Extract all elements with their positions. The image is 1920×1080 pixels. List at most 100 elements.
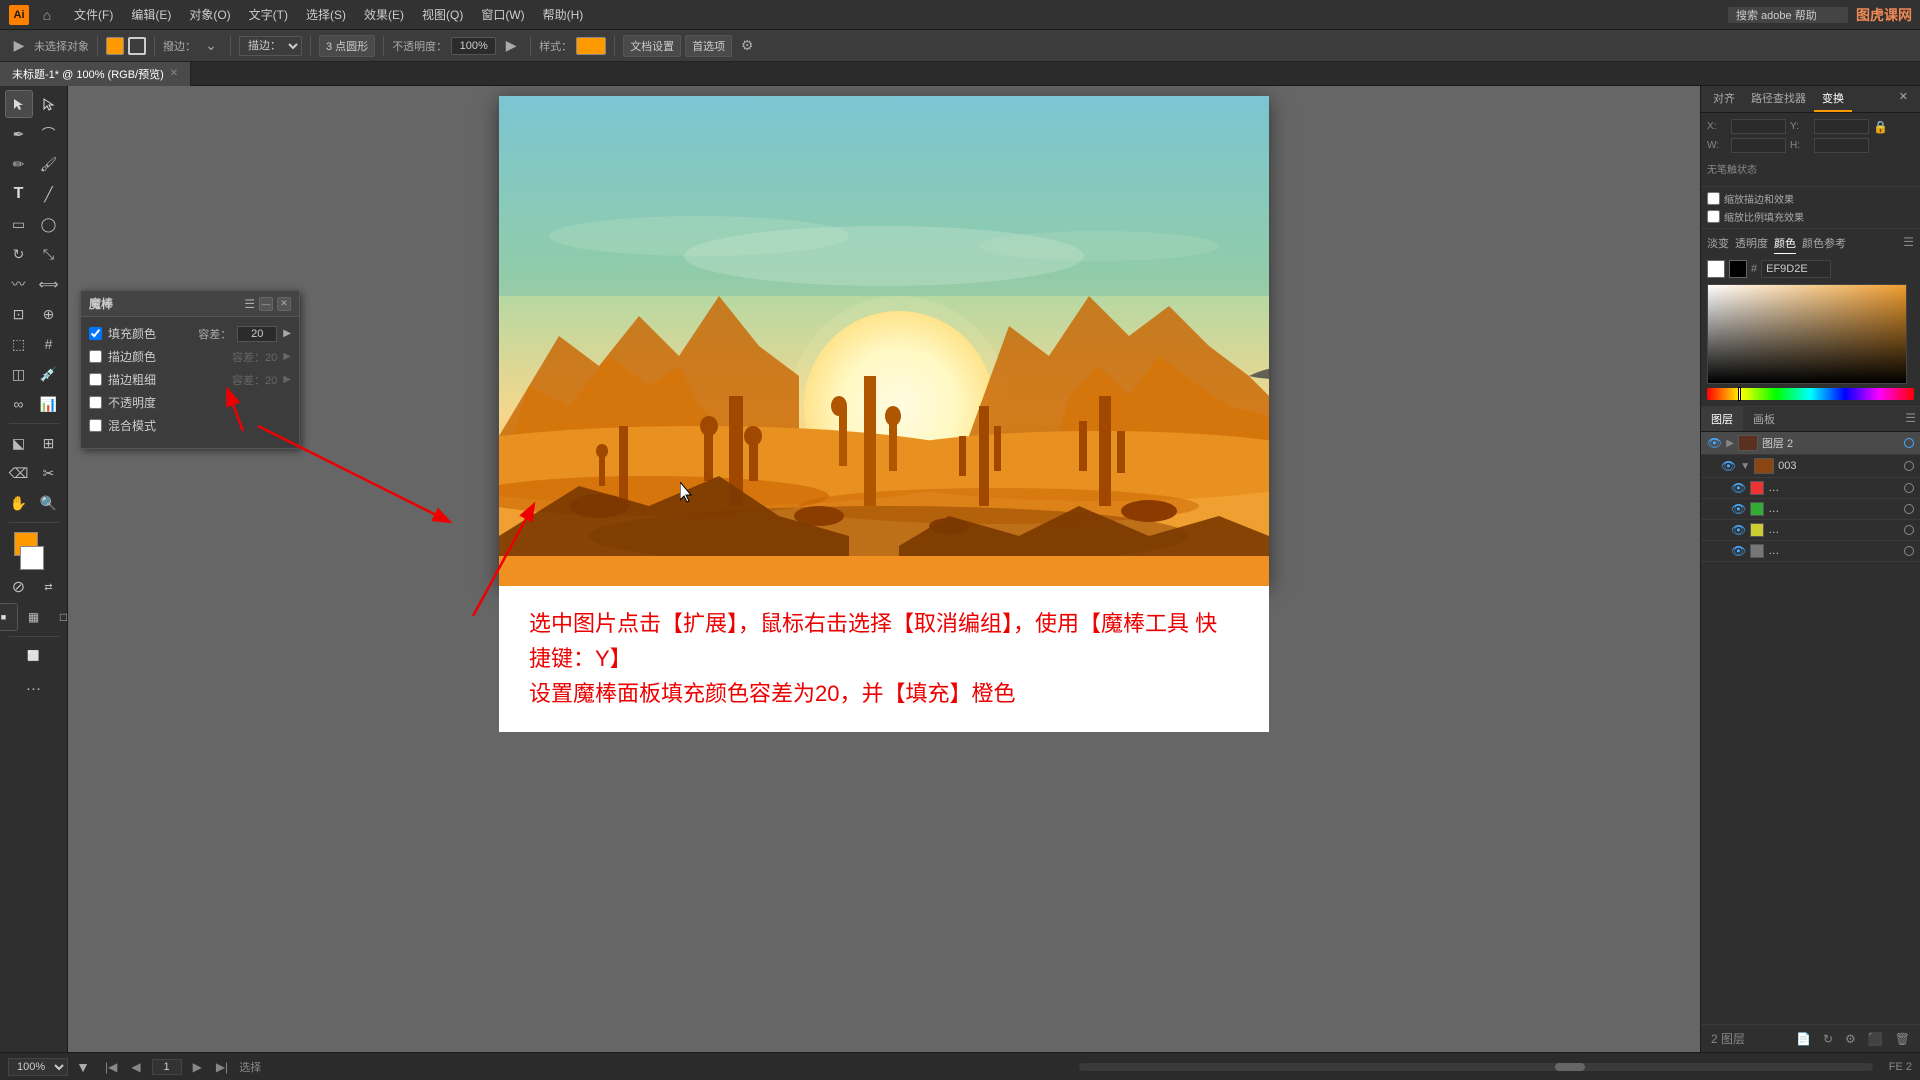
layers-panel-menu[interactable]: ☰ — [1901, 407, 1920, 431]
layer-yellow-eye[interactable]: 👁 — [1731, 523, 1746, 537]
color-tab-gradient[interactable]: 淡变 — [1707, 235, 1729, 254]
layers-settings-icon[interactable]: ⚙ — [1841, 1030, 1860, 1048]
fill-color-swatch[interactable] — [106, 37, 124, 55]
home-icon[interactable]: ⌂ — [36, 4, 58, 26]
zoom-down-icon[interactable]: ▼ — [72, 1056, 94, 1078]
zoom-select[interactable]: 100% 50% 200% — [8, 1058, 68, 1076]
refresh-icon[interactable]: ↻ — [1819, 1030, 1837, 1048]
menu-object[interactable]: 对象(O) — [181, 4, 238, 25]
black-swatch[interactable] — [1729, 260, 1747, 278]
perspective-tool[interactable]: ⬚ — [5, 330, 33, 358]
opacity-input[interactable] — [451, 37, 496, 55]
color-tab-color[interactable]: 颜色 — [1774, 235, 1796, 254]
w-input[interactable] — [1731, 138, 1786, 153]
menu-help[interactable]: 帮助(H) — [535, 4, 592, 25]
none-mode-btn[interactable]: □ — [50, 603, 78, 631]
panel-minimize-btn[interactable]: — — [259, 297, 273, 311]
menu-window[interactable]: 窗口(W) — [473, 4, 532, 25]
color-gradient-box[interactable] — [1707, 284, 1907, 384]
stroke-width-checkbox[interactable] — [89, 373, 102, 386]
color-panel-menu[interactable]: ☰ — [1903, 235, 1914, 254]
swap-btn[interactable]: ⇄ — [35, 573, 63, 601]
brush-dropdown-icon[interactable]: ⌄ — [200, 35, 222, 57]
layers-tab-layers[interactable]: 图层 — [1701, 407, 1743, 431]
zoom-tool[interactable]: 🔍 — [35, 489, 63, 517]
scale-strokes-checkbox[interactable] — [1707, 192, 1720, 205]
blend-tool[interactable]: ∞ — [5, 390, 33, 418]
mesh-tool[interactable]: # — [35, 330, 63, 358]
panel-header[interactable]: 魔棒 ☰ — ✕ — [81, 291, 299, 317]
layer-item-red[interactable]: 👁 … — [1701, 478, 1920, 499]
menu-effect[interactable]: 效果(E) — [356, 4, 412, 25]
tolerance-arrow[interactable]: ▶ — [283, 328, 291, 339]
menu-view[interactable]: 视图(Q) — [414, 4, 471, 25]
layers-expand-icon[interactable]: ⬛ — [1864, 1030, 1887, 1048]
symbol-tool[interactable]: ⬜ — [9, 642, 59, 670]
color-tab-reference[interactable]: 颜色参考 — [1802, 235, 1846, 254]
white-swatch[interactable] — [1707, 260, 1725, 278]
tab-close-btn[interactable]: ✕ — [170, 68, 178, 79]
layer-item-gray[interactable]: 👁 … — [1701, 541, 1920, 562]
tolerance-input[interactable] — [237, 326, 277, 342]
gradient-tool[interactable]: ◫ — [5, 360, 33, 388]
layer-item-green[interactable]: 👁 … — [1701, 499, 1920, 520]
opacity-arrow-icon[interactable]: ▶ — [500, 35, 522, 57]
x-input[interactable] — [1731, 119, 1786, 134]
layer-item-2[interactable]: 👁 ▶ 图层 2 — [1701, 432, 1920, 455]
color-mode-btn[interactable]: ■ — [0, 603, 18, 631]
menu-text[interactable]: 文字(T) — [241, 4, 296, 25]
prev-page-btn[interactable]: ◀ — [128, 1059, 143, 1075]
panel-menu-icon[interactable]: ☰ — [244, 297, 255, 311]
gradient-mode-btn[interactable]: ▦ — [20, 603, 48, 631]
scissors-tool[interactable]: ✂ — [35, 459, 63, 487]
warp-tool[interactable]: 〰 — [5, 270, 33, 298]
hand-tool[interactable]: ✋ — [5, 489, 33, 517]
layer-2-eye[interactable]: 👁 — [1707, 436, 1722, 450]
new-layer-icon[interactable]: 📄 — [1792, 1030, 1815, 1048]
menu-edit[interactable]: 编辑(E) — [123, 4, 179, 25]
blend-mode-checkbox[interactable] — [89, 419, 102, 432]
artboard-tool[interactable]: ⬕ — [5, 429, 33, 457]
free-transform-tool[interactable]: ⊡ — [5, 300, 33, 328]
rect-tool[interactable]: ▭ — [5, 210, 33, 238]
bar-chart-tool[interactable]: 📊 — [35, 390, 63, 418]
pen-tool[interactable]: ✒ — [5, 120, 33, 148]
pencil-tool[interactable]: ✏ — [5, 150, 33, 178]
layer-red-eye[interactable]: 👁 — [1731, 481, 1746, 495]
page-number-input[interactable] — [152, 1059, 182, 1075]
more-tools-btn[interactable]: … — [9, 672, 59, 700]
shape-builder-tool[interactable]: ⊕ — [35, 300, 63, 328]
style-swatch[interactable] — [576, 37, 606, 55]
line-tool[interactable]: ╱ — [35, 180, 63, 208]
brush-tool[interactable]: 🖌 — [35, 150, 63, 178]
opacity-checkbox[interactable] — [89, 396, 102, 409]
layer-green-eye[interactable]: 👁 — [1731, 502, 1746, 516]
point-selector[interactable]: 3 点圆形 — [319, 35, 375, 57]
panel-close-right[interactable]: ✕ — [1891, 86, 1916, 112]
color-tab-opacity[interactable]: 透明度 — [1735, 235, 1768, 254]
tab-align[interactable]: 对齐 — [1705, 86, 1743, 112]
slice-tool[interactable]: ⊞ — [35, 429, 63, 457]
layers-tab-artboard[interactable]: 画板 — [1743, 407, 1785, 431]
horizontal-scrollbar[interactable] — [1079, 1063, 1873, 1071]
direct-select-tool[interactable] — [35, 90, 63, 118]
tab-transform[interactable]: 变换 — [1814, 86, 1852, 112]
document-tab[interactable]: 未标题-1* @ 100% (RGB/预览) ✕ — [0, 62, 191, 86]
select-tool[interactable] — [5, 90, 33, 118]
none-btn[interactable]: ⊘ — [5, 573, 33, 601]
curvature-tool[interactable]: ⌒ — [35, 120, 63, 148]
scale-proportional-checkbox[interactable] — [1707, 210, 1720, 223]
search-input[interactable] — [1728, 7, 1848, 23]
stroke-dropdown[interactable]: 描边： — [239, 36, 302, 56]
stroke-color-swatch[interactable] — [128, 37, 146, 55]
layer-003-eye[interactable]: 👁 — [1721, 459, 1736, 473]
first-page-btn[interactable]: |◀ — [102, 1059, 120, 1075]
eyedropper-tool[interactable]: 💉 — [35, 360, 63, 388]
doc-settings-btn[interactable]: 文档设置 — [623, 35, 681, 57]
layer-gray-eye[interactable]: 👁 — [1731, 544, 1746, 558]
delete-layer-icon[interactable]: 🗑 — [1891, 1030, 1914, 1048]
menu-select[interactable]: 选择(S) — [298, 4, 354, 25]
eraser-tool[interactable]: ⌫ — [5, 459, 33, 487]
settings-icon[interactable]: ⚙ — [736, 35, 758, 57]
hue-slider[interactable] — [1707, 388, 1914, 400]
